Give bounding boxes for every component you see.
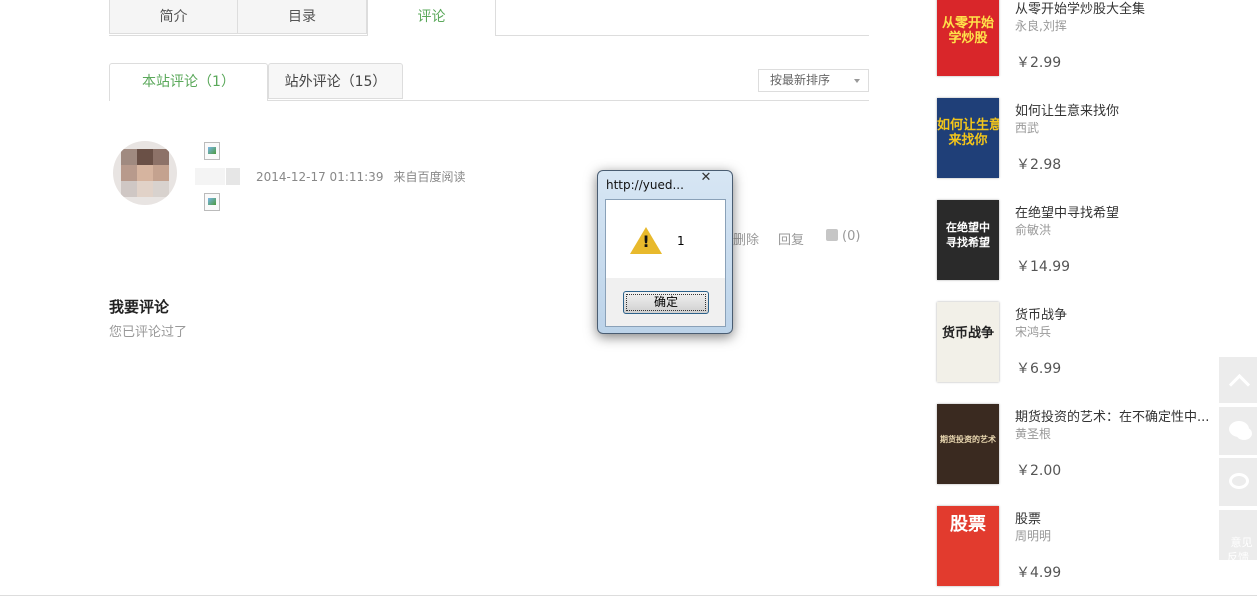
dialog-title: http://yued... (606, 178, 684, 192)
book-price: ￥2.98 (1016, 157, 1062, 173)
book-item[interactable]: 期货投资的艺术 期货投资的艺术：在不确定性中... 黄圣根 ￥2.00 (937, 404, 1237, 486)
book-item[interactable]: 从零开始 学炒股 从零开始学炒股大全集 永良,刘挥 ￥2.99 (937, 0, 1237, 78)
book-cover[interactable]: 期货投资的艺术 (937, 404, 999, 484)
book-price: ￥2.99 (1016, 55, 1062, 71)
book-cover[interactable]: 股票 (937, 506, 999, 586)
broken-image-icon (204, 193, 220, 211)
book-item[interactable]: 股票 股票 周明明 ￥4.99 (937, 506, 1237, 588)
weibo-icon (1229, 473, 1249, 489)
book-cover-text: 如何让生意 来找你 (937, 118, 999, 148)
comment-meta: 2014-12-17 01:11:39 来自百度阅读 (256, 168, 465, 185)
book-item[interactable]: 如何让生意 来找你 如何让生意来找你 西武 ￥2.98 (937, 98, 1237, 180)
dialog-message: 1 (677, 234, 685, 248)
weibo-share-button[interactable] (1219, 458, 1257, 506)
sort-select[interactable]: 按最新排序 (758, 69, 869, 92)
back-to-top-button[interactable] (1219, 357, 1257, 403)
comment-date: 2014-12-17 01:11:39 (256, 170, 384, 184)
book-author: 周明明 (1015, 529, 1052, 543)
chevron-down-icon (854, 79, 860, 83)
book-cover[interactable]: 在绝望中 寻找希望 (937, 200, 999, 280)
warning-icon-mark: ! (642, 232, 650, 251)
book-item[interactable]: 货币战争 货币战争 宋鸿兵 ￥6.99 (937, 302, 1237, 384)
tab-intro[interactable]: 简介 (109, 0, 238, 34)
book-cover-text: 从零开始 学炒股 (941, 16, 994, 46)
book-author: 俞敏洪 (1015, 223, 1052, 237)
comment-source-tabs: 本站评论（1） 站外评论（15） (109, 63, 869, 101)
book-price: ￥6.99 (1016, 361, 1062, 377)
ok-button[interactable]: 确定 (623, 291, 709, 314)
thumbs-up-icon (826, 229, 838, 241)
tab-comments[interactable]: 评论 (367, 0, 496, 36)
book-title[interactable]: 股票 (1015, 508, 1041, 527)
my-comment-note: 您已评论过了 (109, 325, 188, 340)
book-cover-text: 期货投资的艺术 (940, 434, 996, 444)
book-author: 黄圣根 (1015, 427, 1052, 441)
book-title[interactable]: 货币战争 (1015, 304, 1067, 323)
book-cover[interactable]: 如何让生意 来找你 (937, 98, 999, 178)
book-price: ￥14.99 (1016, 259, 1071, 275)
alert-dialog: http://yued... ✕ ! 1 确定 (597, 170, 733, 334)
book-item[interactable]: 在绝望中 寻找希望 在绝望中寻找希望 俞敏洪 ￥14.99 (937, 200, 1237, 282)
comment-source: 来自百度阅读 (393, 170, 466, 184)
book-title[interactable]: 从零开始学炒股大全集 (1015, 0, 1145, 17)
book-cover-text: 在绝望中 寻找希望 (946, 221, 990, 249)
book-author: 宋鸿兵 (1015, 325, 1052, 339)
book-cover-text: 货币战争 (941, 326, 994, 341)
avatar[interactable] (113, 141, 177, 205)
book-author: 永良,刘挥 (1015, 19, 1067, 33)
username-blurred (195, 168, 225, 185)
my-comment-heading: 我要评论 (109, 298, 170, 316)
delete-button[interactable]: 删除 (733, 229, 759, 248)
book-price: ￥4.99 (1016, 565, 1062, 581)
content-tabs: 简介 目录 评论 (109, 0, 869, 36)
dialog-body: ! 1 确定 (605, 199, 726, 327)
feedback-label: 意见 反馈 (1227, 536, 1253, 564)
tab-onsite-comments[interactable]: 本站评论（1） (109, 63, 268, 101)
close-icon[interactable]: ✕ (696, 171, 716, 185)
tab-toc[interactable]: 目录 (237, 0, 367, 34)
book-cover-text: 股票 (950, 514, 986, 535)
book-price: ￥2.00 (1016, 463, 1062, 479)
book-title[interactable]: 如何让生意来找你 (1015, 100, 1119, 119)
username-blurred-part (226, 168, 240, 185)
feedback-button[interactable]: 意见 反馈 (1219, 510, 1257, 564)
book-author: 西武 (1015, 121, 1040, 135)
chevron-up-icon (1228, 373, 1251, 396)
like-button[interactable]: (0) (826, 229, 860, 244)
book-cover[interactable]: 货币战争 (937, 302, 999, 382)
wechat-share-button[interactable] (1219, 407, 1257, 455)
like-count: (0) (842, 229, 861, 244)
wechat-icon-bubble (1236, 427, 1252, 440)
tab-offsite-comments[interactable]: 站外评论（15） (268, 63, 403, 99)
sort-select-value: 按最新排序 (770, 73, 831, 87)
reply-button[interactable]: 回复 (778, 229, 804, 248)
book-cover[interactable]: 从零开始 学炒股 (937, 0, 999, 76)
book-title[interactable]: 在绝望中寻找希望 (1015, 202, 1119, 221)
divider (0, 595, 1257, 596)
broken-image-icon (204, 142, 220, 160)
book-title[interactable]: 期货投资的艺术：在不确定性中... (1015, 406, 1209, 425)
